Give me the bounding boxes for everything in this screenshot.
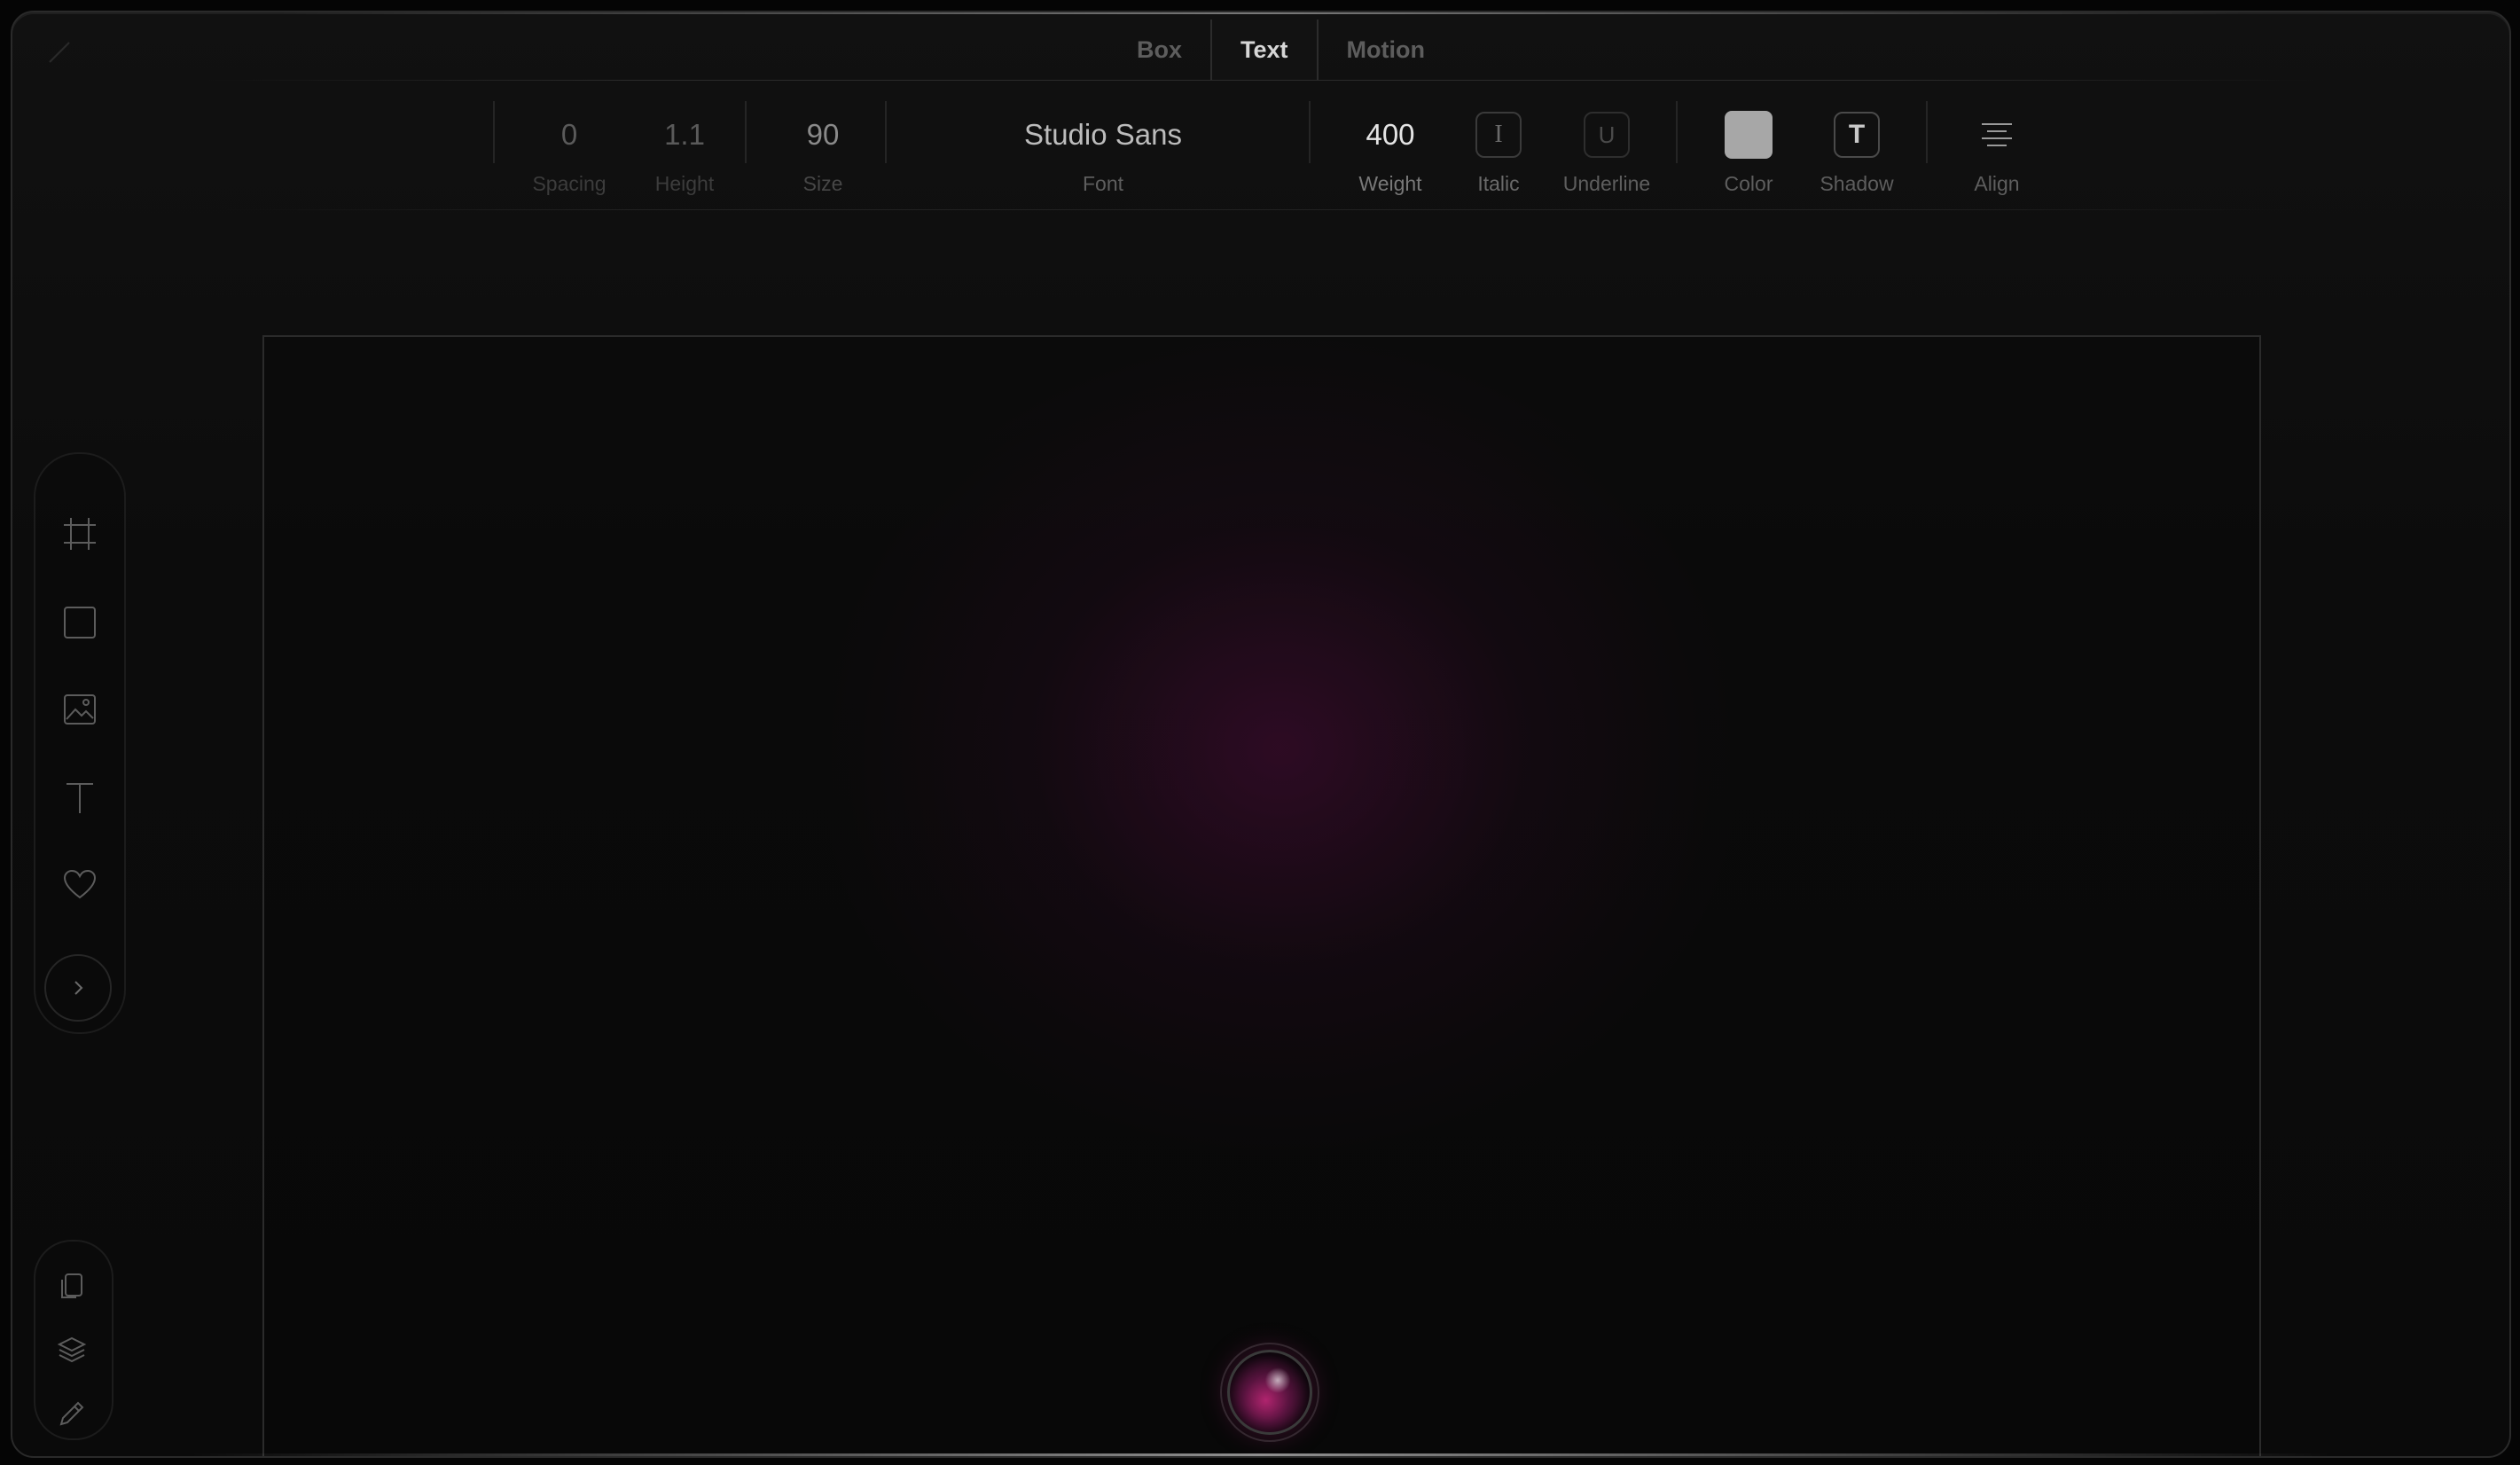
underline-control[interactable]: U Underline xyxy=(1553,92,1660,206)
spacing-control[interactable]: 0 Spacing xyxy=(516,92,622,206)
italic-icon: I xyxy=(1494,121,1503,148)
weight-control[interactable]: 400 Weight xyxy=(1337,92,1444,206)
shadow-button[interactable]: T xyxy=(1834,112,1880,158)
bottom-left-toolbar xyxy=(34,1240,113,1440)
shadow-control[interactable]: T Shadow xyxy=(1804,92,1910,206)
shadow-label: Shadow xyxy=(1820,172,1894,195)
underline-icon: U xyxy=(1598,121,1616,148)
duplicate-button[interactable] xyxy=(52,1266,91,1305)
frame-icon xyxy=(64,518,96,550)
color-label: Color xyxy=(1724,172,1773,195)
divider xyxy=(1309,101,1311,163)
mode-tabs: Box Text Motion xyxy=(1108,20,1453,80)
divider xyxy=(745,101,747,163)
edit-button[interactable] xyxy=(52,1394,91,1433)
text-properties-toolbar: 0 Spacing 1.1 Height 90 Size Studio Sans… xyxy=(12,92,2509,206)
divider xyxy=(885,101,887,163)
rectangle-icon xyxy=(64,607,96,638)
assistant-orb-button[interactable] xyxy=(1227,1350,1312,1435)
app-window: Box Text Motion 0 Spacing 1.1 Height 90 … xyxy=(11,11,2511,1458)
tabs-divider xyxy=(207,80,2314,81)
size-control[interactable]: 90 Size xyxy=(770,92,876,206)
top-highlight xyxy=(278,12,2243,14)
divider xyxy=(1676,101,1678,163)
rectangle-tool[interactable] xyxy=(59,601,101,644)
spacing-value[interactable]: 0 xyxy=(561,92,577,177)
tab-text[interactable]: Text xyxy=(1210,20,1319,80)
spacing-label: Spacing xyxy=(532,172,607,195)
image-tool[interactable] xyxy=(59,688,101,731)
italic-label: Italic xyxy=(1477,172,1520,195)
text-icon xyxy=(67,783,93,813)
align-center-icon xyxy=(1982,123,2012,146)
corner-resize-icon xyxy=(49,42,70,63)
line-height-label: Height xyxy=(654,172,715,195)
italic-button[interactable]: I xyxy=(1475,112,1522,158)
text-tool[interactable] xyxy=(59,777,101,819)
align-label: Align xyxy=(1974,172,2020,195)
font-control[interactable]: Studio Sans Font xyxy=(970,92,1236,206)
layers-button[interactable] xyxy=(52,1330,91,1369)
color-control[interactable]: Color xyxy=(1695,92,1802,206)
left-toolbar xyxy=(34,452,126,1034)
italic-control[interactable]: I Italic xyxy=(1445,92,1552,206)
copy-icon xyxy=(61,1273,82,1298)
line-height-value[interactable]: 1.1 xyxy=(664,92,705,177)
pencil-icon xyxy=(59,1401,84,1426)
chevron-right-icon xyxy=(74,981,83,995)
favorites-tool[interactable] xyxy=(59,864,101,906)
weight-value[interactable]: 400 xyxy=(1366,92,1414,177)
heart-icon xyxy=(63,869,97,899)
divider xyxy=(493,101,495,163)
layers-icon xyxy=(57,1336,87,1363)
color-swatch[interactable] xyxy=(1725,111,1773,159)
image-icon xyxy=(64,694,96,725)
tab-box[interactable]: Box xyxy=(1108,20,1210,80)
tab-motion[interactable]: Motion xyxy=(1319,20,1453,80)
align-button[interactable] xyxy=(1974,112,2020,158)
underline-label: Underline xyxy=(1562,172,1651,195)
size-label: Size xyxy=(802,172,843,195)
frame-tool[interactable] xyxy=(59,513,101,555)
underline-button[interactable]: U xyxy=(1584,112,1630,158)
expand-toolbar-button[interactable] xyxy=(44,954,112,1022)
divider xyxy=(1926,101,1928,163)
weight-label: Weight xyxy=(1358,172,1422,195)
toolbar-divider xyxy=(225,209,2297,210)
line-height-control[interactable]: 1.1 Height xyxy=(631,92,738,206)
size-value[interactable]: 90 xyxy=(807,92,840,177)
font-label: Font xyxy=(1082,172,1124,195)
artboard[interactable] xyxy=(262,335,2261,1456)
shadow-icon: T xyxy=(1848,120,1866,149)
font-value[interactable]: Studio Sans xyxy=(1024,92,1182,177)
align-control[interactable]: Align xyxy=(1944,92,2050,206)
